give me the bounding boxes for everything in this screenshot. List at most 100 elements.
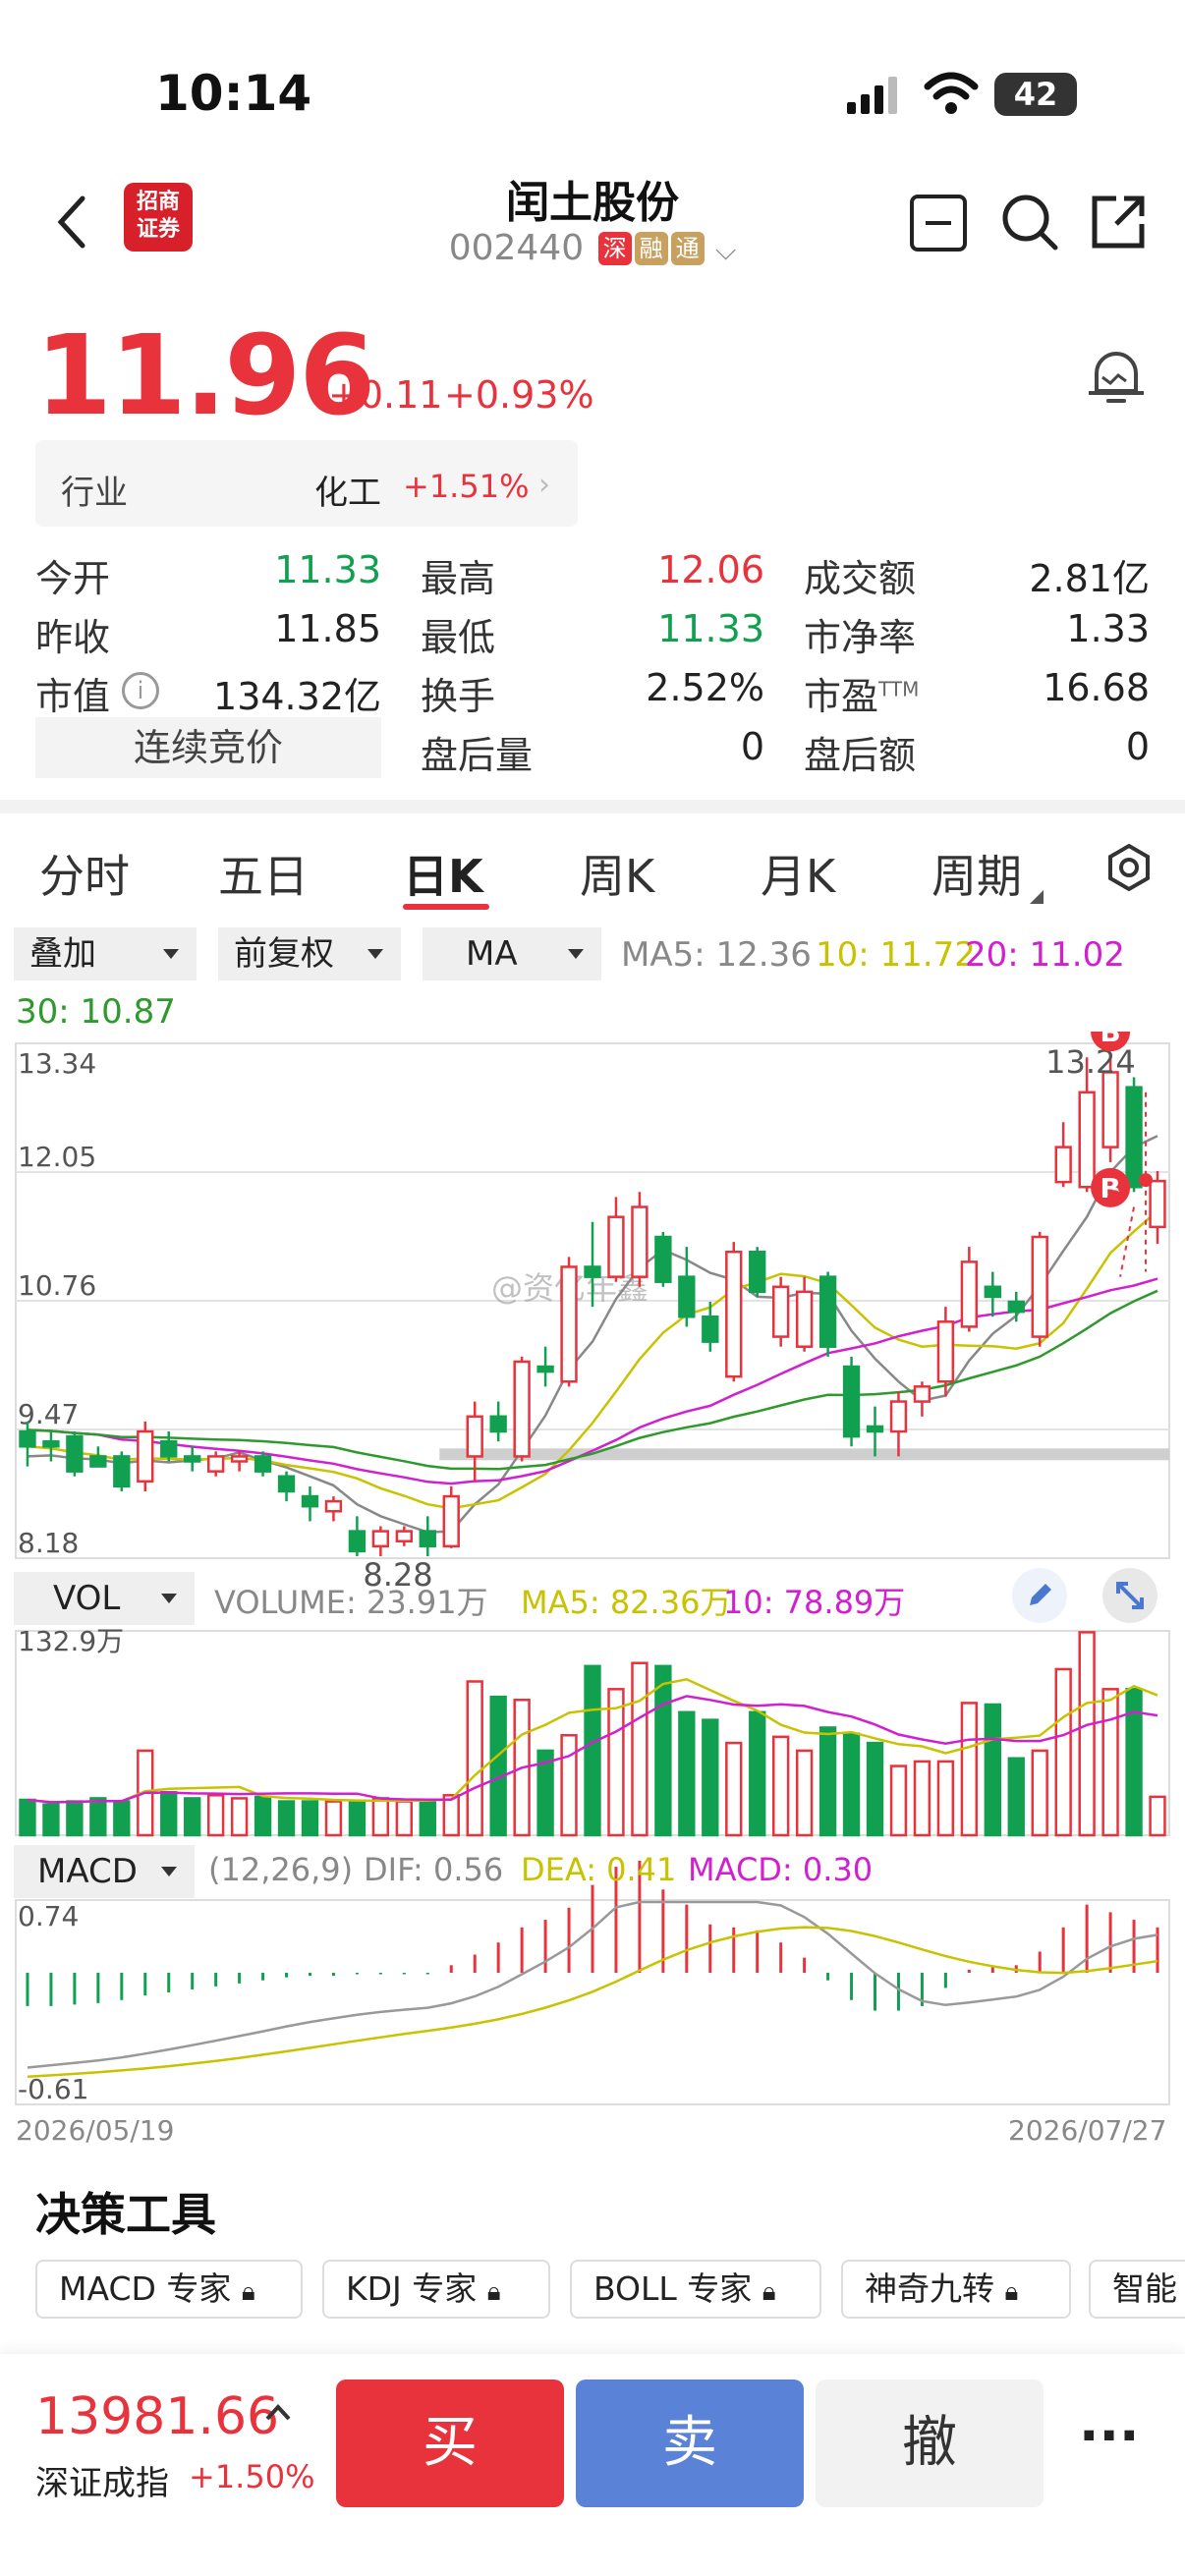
volume-bar xyxy=(489,1695,507,1837)
volume-bar xyxy=(1149,1795,1166,1837)
candle-body xyxy=(395,1530,414,1542)
volume-bar xyxy=(160,1790,178,1837)
tools-title: 决策工具 xyxy=(35,2188,216,2241)
tool-macd[interactable]: MACD 专家 🔒︎ xyxy=(35,2260,303,2319)
volume-bar xyxy=(301,1800,319,1837)
stat-value: 0 xyxy=(740,725,764,768)
chevron-up-icon[interactable] xyxy=(263,2397,293,2427)
stat-value: 2.52% xyxy=(646,666,764,709)
candle-body xyxy=(842,1365,861,1438)
vol-dropdown[interactable]: VOL xyxy=(14,1572,195,1625)
candle-body xyxy=(277,1475,296,1493)
tab-intraday[interactable]: 分时 xyxy=(39,841,130,906)
macd-dropdown[interactable]: MACD xyxy=(14,1845,195,1898)
volume-bar xyxy=(678,1710,696,1837)
candle-body xyxy=(1101,1071,1119,1148)
volume-bar xyxy=(206,1794,225,1837)
marker-dot xyxy=(1107,1190,1122,1204)
tool-nine-turn[interactable]: 神奇九转 🔒︎ xyxy=(841,2260,1071,2319)
tool-smart[interactable]: 智能 xyxy=(1089,2260,1185,2319)
tag-shen: 深 xyxy=(597,232,632,265)
tag-tong: 通 xyxy=(670,232,705,265)
cancel-order-button[interactable]: 撤 xyxy=(816,2380,1044,2507)
sell-button[interactable]: 卖 xyxy=(576,2380,804,2507)
tool-boll[interactable]: BOLL 专家 🔒︎ xyxy=(570,2260,821,2319)
alert-bell-icon[interactable] xyxy=(1085,344,1148,411)
minus-box-icon[interactable] xyxy=(910,195,967,252)
continuous-bid-button[interactable]: 连续竞价 xyxy=(35,717,381,778)
stat-value: 11.33 xyxy=(274,548,381,591)
candle-body xyxy=(442,1494,460,1548)
period-dropdown-icon xyxy=(1030,890,1044,904)
macd-legend: MACD: 0.30 xyxy=(688,1851,874,1888)
tab-daily-k[interactable]: 日K xyxy=(403,841,483,906)
tool-label: BOLL 专家 xyxy=(593,2269,753,2308)
tab-weekly-k[interactable]: 周K xyxy=(580,841,654,906)
x-axis-start: 2026/05/19 xyxy=(16,2114,175,2147)
volume-bar xyxy=(842,1732,861,1837)
stat-value: 16.68 xyxy=(1043,666,1150,709)
candle-body xyxy=(913,1385,931,1403)
volume-bar xyxy=(348,1800,367,1837)
tool-kdj[interactable]: KDJ 专家 🔒︎ xyxy=(322,2260,550,2319)
search-icon[interactable] xyxy=(998,191,1061,253)
volume-bar xyxy=(254,1795,272,1837)
volume-bar xyxy=(466,1680,483,1837)
candle-body xyxy=(584,1265,601,1278)
volume-bar xyxy=(725,1741,743,1837)
y-axis-label: 8.18 xyxy=(18,1527,79,1559)
volume-bar xyxy=(1054,1667,1072,1837)
candle-body xyxy=(749,1250,766,1294)
index-value[interactable]: 13981.66 xyxy=(35,2387,279,2446)
candle-body xyxy=(301,1494,319,1508)
expand-icon[interactable] xyxy=(1102,1568,1157,1623)
tool-label: 智能 xyxy=(1112,2269,1177,2308)
candle-body xyxy=(113,1455,131,1488)
share-icon[interactable] xyxy=(1087,191,1150,253)
stock-code: 002440 xyxy=(448,228,585,268)
candle-body xyxy=(960,1260,979,1328)
wifi-icon xyxy=(924,71,979,116)
candle-body xyxy=(489,1415,507,1433)
volume-bar xyxy=(866,1741,884,1837)
edit-pencil-icon[interactable] xyxy=(1012,1568,1067,1623)
volume-bar xyxy=(89,1797,107,1837)
volume-bar xyxy=(442,1794,460,1837)
x-axis-end: 2026/07/27 xyxy=(1008,2114,1167,2147)
candle-body xyxy=(1125,1086,1143,1189)
candle-body xyxy=(42,1439,60,1448)
price-change-pct: +0.93% xyxy=(444,373,594,417)
stat-value: 2.81亿 xyxy=(1029,557,1150,600)
candle-body xyxy=(66,1434,84,1473)
volume-bar xyxy=(771,1735,790,1837)
industry-label: 行业 xyxy=(61,474,128,513)
info-icon[interactable]: i xyxy=(122,672,159,709)
tool-label: 神奇九转 xyxy=(865,2269,994,2308)
overlay-dropdown[interactable]: 叠加 xyxy=(14,927,197,980)
candle-body xyxy=(206,1455,225,1473)
industry-name: 化工 xyxy=(314,474,381,513)
tab-five-day[interactable]: 五日 xyxy=(218,841,309,906)
volume-legend: VOLUME: 23.91万 xyxy=(214,1584,488,1621)
buy-button[interactable]: 买 xyxy=(336,2380,564,2507)
tab-underline xyxy=(403,904,489,910)
settings-icon[interactable] xyxy=(1104,843,1154,892)
candle-body xyxy=(795,1290,814,1348)
candle-body xyxy=(348,1530,367,1553)
tab-period[interactable]: 周期 xyxy=(931,841,1022,906)
vol-ma10-legend: 10: 78.89万 xyxy=(723,1584,906,1621)
price-change: +0.11 xyxy=(328,373,443,417)
indicator-dropdown[interactable]: MA xyxy=(423,927,601,980)
more-icon[interactable]: ··· xyxy=(1079,2405,1140,2467)
battery-level: 42 xyxy=(1013,76,1058,113)
tab-monthly-k[interactable]: 月K xyxy=(761,841,835,906)
lock-icon: 🔒︎ xyxy=(762,2277,776,2307)
high-label: 13.24 xyxy=(1045,1043,1136,1081)
volume-bar xyxy=(749,1710,766,1837)
adjust-dropdown[interactable]: 前复权 xyxy=(218,927,401,980)
volume-bar xyxy=(1078,1631,1096,1837)
candle-body xyxy=(466,1415,483,1458)
ma20-legend: 20: 11.02 xyxy=(965,935,1125,975)
volume-bar xyxy=(984,1703,1001,1837)
volume-bar xyxy=(113,1800,131,1837)
